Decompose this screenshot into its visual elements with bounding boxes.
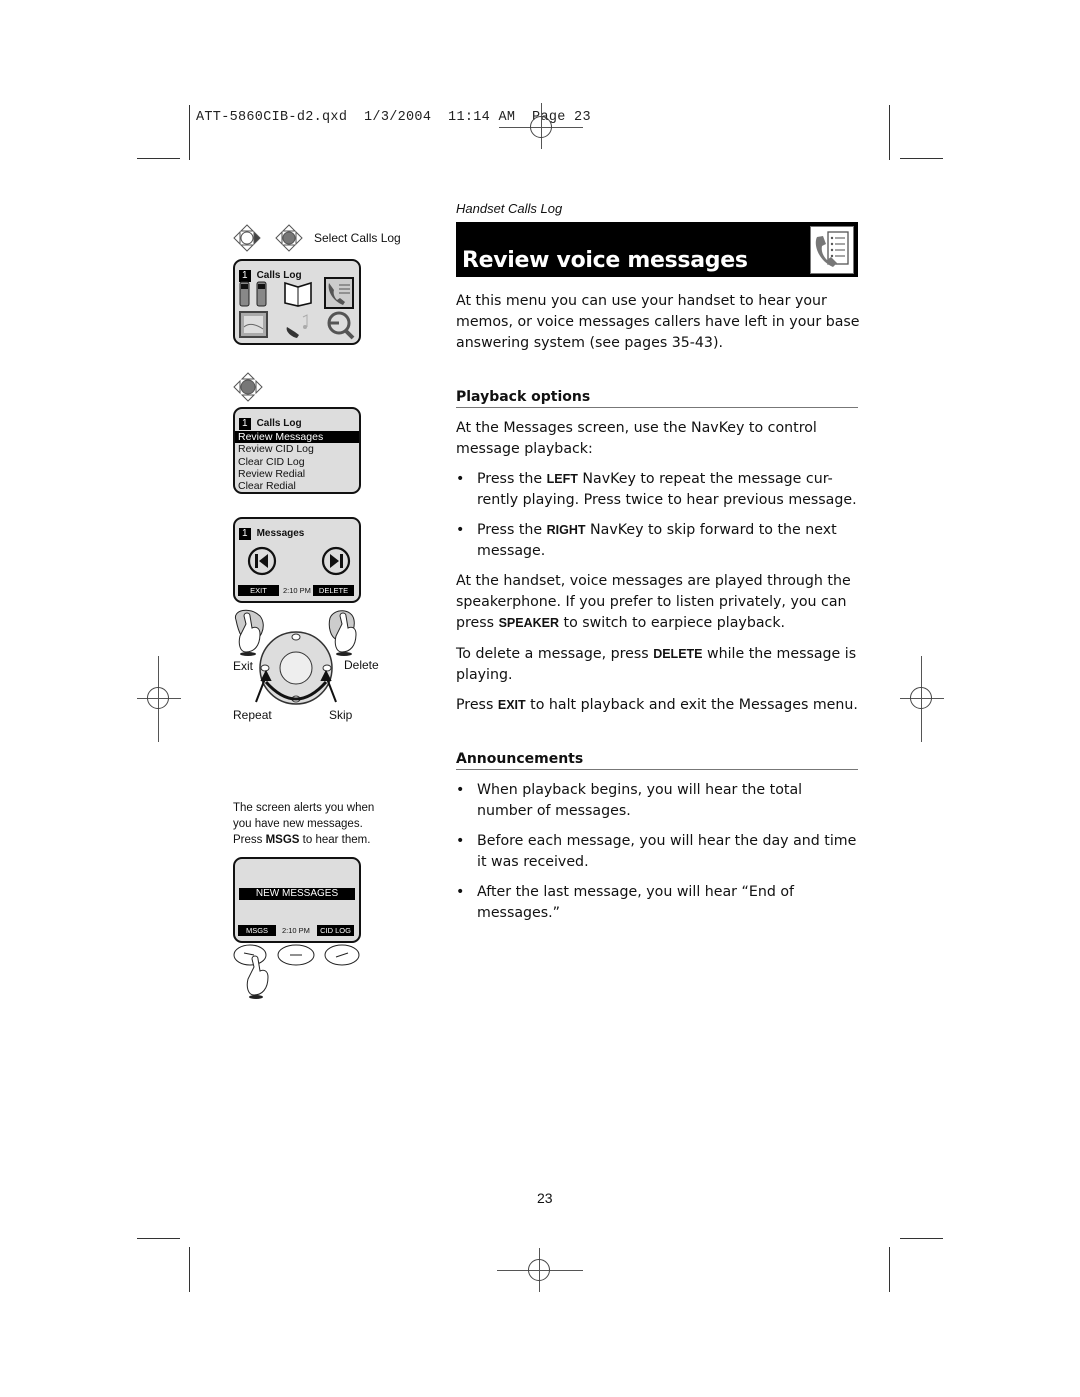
handset-transfer-icon	[239, 281, 267, 307]
list-item: • Press the RIGHT NavKey to skip forward…	[456, 522, 837, 559]
title-bar: Review voice messages	[456, 222, 858, 277]
menu-item-review-cid-log[interactable]: Review CID Log	[235, 443, 359, 455]
key-exit: EXIT	[497, 698, 526, 712]
crop-mark	[900, 1238, 943, 1239]
delete-paragraph: To delete a message, press DELETE while …	[456, 646, 857, 683]
bullet-icon: •	[456, 884, 465, 900]
list-item: • When playback begins, you will hear the…	[456, 782, 803, 819]
label-exit: Exit	[233, 659, 254, 673]
intro-paragraph: At this menu you can use your handset to…	[456, 293, 860, 351]
registration-mark-icon	[137, 656, 181, 742]
calls-log-icon	[324, 277, 354, 309]
navkey-select-icon	[233, 372, 263, 402]
registration-mark-icon	[499, 103, 583, 149]
skip-back-icon	[247, 546, 277, 576]
step-label-select-calls-log: Select Calls Log	[314, 231, 401, 245]
left-softkey-press-icon	[234, 609, 264, 656]
crop-mark	[137, 1238, 180, 1239]
crop-mark	[889, 1247, 890, 1292]
right-softkey-icon	[324, 944, 360, 966]
label-repeat: Repeat	[233, 708, 272, 722]
new-messages-note: The screen alerts you when you have new …	[233, 802, 375, 846]
exit-paragraph: Press EXIT to halt playback and exit the…	[456, 697, 858, 713]
picture-icon	[239, 311, 268, 338]
list-item: • Before each message, you will hear the …	[456, 833, 857, 870]
bullet-icon: •	[456, 471, 465, 487]
crop-mark	[189, 105, 190, 160]
phonebook-icon	[284, 281, 312, 307]
lcd-screen-calls-log-list: 1 Calls Log Review Messages Review CID Lo…	[233, 407, 361, 494]
clock-time: 2:10 PM	[283, 586, 311, 595]
menu-item-review-messages[interactable]: Review Messages	[235, 431, 359, 444]
speaker-paragraph: At the handset, voice messages are playe…	[456, 573, 851, 631]
softkey-exit[interactable]: EXIT	[238, 585, 279, 596]
clock-time: 2:10 PM	[282, 926, 310, 935]
list-item: • Press the LEFT NavKey to repeat the me…	[456, 471, 857, 508]
key-left: LEFT	[546, 472, 578, 486]
softkey-msgs[interactable]: MSGS	[238, 925, 276, 936]
page-title: Review voice messages	[462, 248, 748, 273]
key-msgs: MSGS	[265, 834, 300, 846]
ringer-icon	[286, 314, 308, 338]
label-skip: Skip	[329, 708, 353, 722]
registration-mark-icon	[900, 656, 944, 742]
key-delete: DELETE	[653, 647, 703, 661]
heading-playback-options: Playback options	[456, 389, 858, 408]
menu-icons-grid	[239, 277, 355, 340]
right-softkey-press-icon	[328, 610, 357, 656]
crop-mark	[889, 105, 890, 160]
skip-forward-icon	[321, 546, 351, 576]
heading-announcements: Announcements	[456, 751, 858, 770]
crop-mark	[900, 158, 943, 159]
key-speaker: SPEAKER	[498, 616, 559, 630]
softkey-delete[interactable]: DELETE	[313, 585, 354, 596]
menu-item-review-redial[interactable]: Review Redial	[235, 468, 359, 480]
new-messages-banner: NEW MESSAGES	[239, 888, 355, 900]
key-right: RIGHT	[546, 523, 586, 537]
center-softkey-icon	[277, 944, 315, 966]
list-item: • After the last message, you will hear “…	[456, 884, 795, 921]
lcd-screen-messages: 1 Messages EXIT 2:10 PM DELETE	[233, 517, 361, 603]
lcd-screen-new-messages: NEW MESSAGES MSGS 2:10 PM CID LOG	[233, 857, 361, 943]
playback-lead: At the Messages screen, use the NavKey t…	[456, 420, 817, 457]
left-softkey-icon	[233, 944, 267, 966]
label-delete: Delete	[344, 658, 379, 672]
section-kicker: Handset Calls Log	[456, 201, 563, 216]
menu-item-clear-redial[interactable]: Clear Redial	[235, 480, 359, 492]
navkey-icon	[259, 631, 333, 705]
calls-log-icon	[810, 226, 854, 274]
registration-mark-icon	[497, 1248, 583, 1292]
navkey-diagram	[234, 609, 357, 705]
crop-mark	[189, 1247, 190, 1292]
navkey-right-icon	[233, 224, 303, 252]
page-number: 23	[537, 1190, 553, 1206]
bullet-icon: •	[456, 833, 465, 849]
bullet-icon: •	[456, 522, 465, 538]
softkeys-row	[233, 944, 360, 999]
crop-mark	[137, 158, 180, 159]
settings-icon	[327, 311, 355, 340]
bullet-icon: •	[456, 782, 465, 798]
lcd-screen-calls-log-menu: 1 Calls Log	[233, 259, 361, 345]
menu-item-clear-cid-log[interactable]: Clear CID Log	[235, 456, 359, 468]
softkey-cid-log[interactable]: CID LOG	[317, 925, 354, 936]
